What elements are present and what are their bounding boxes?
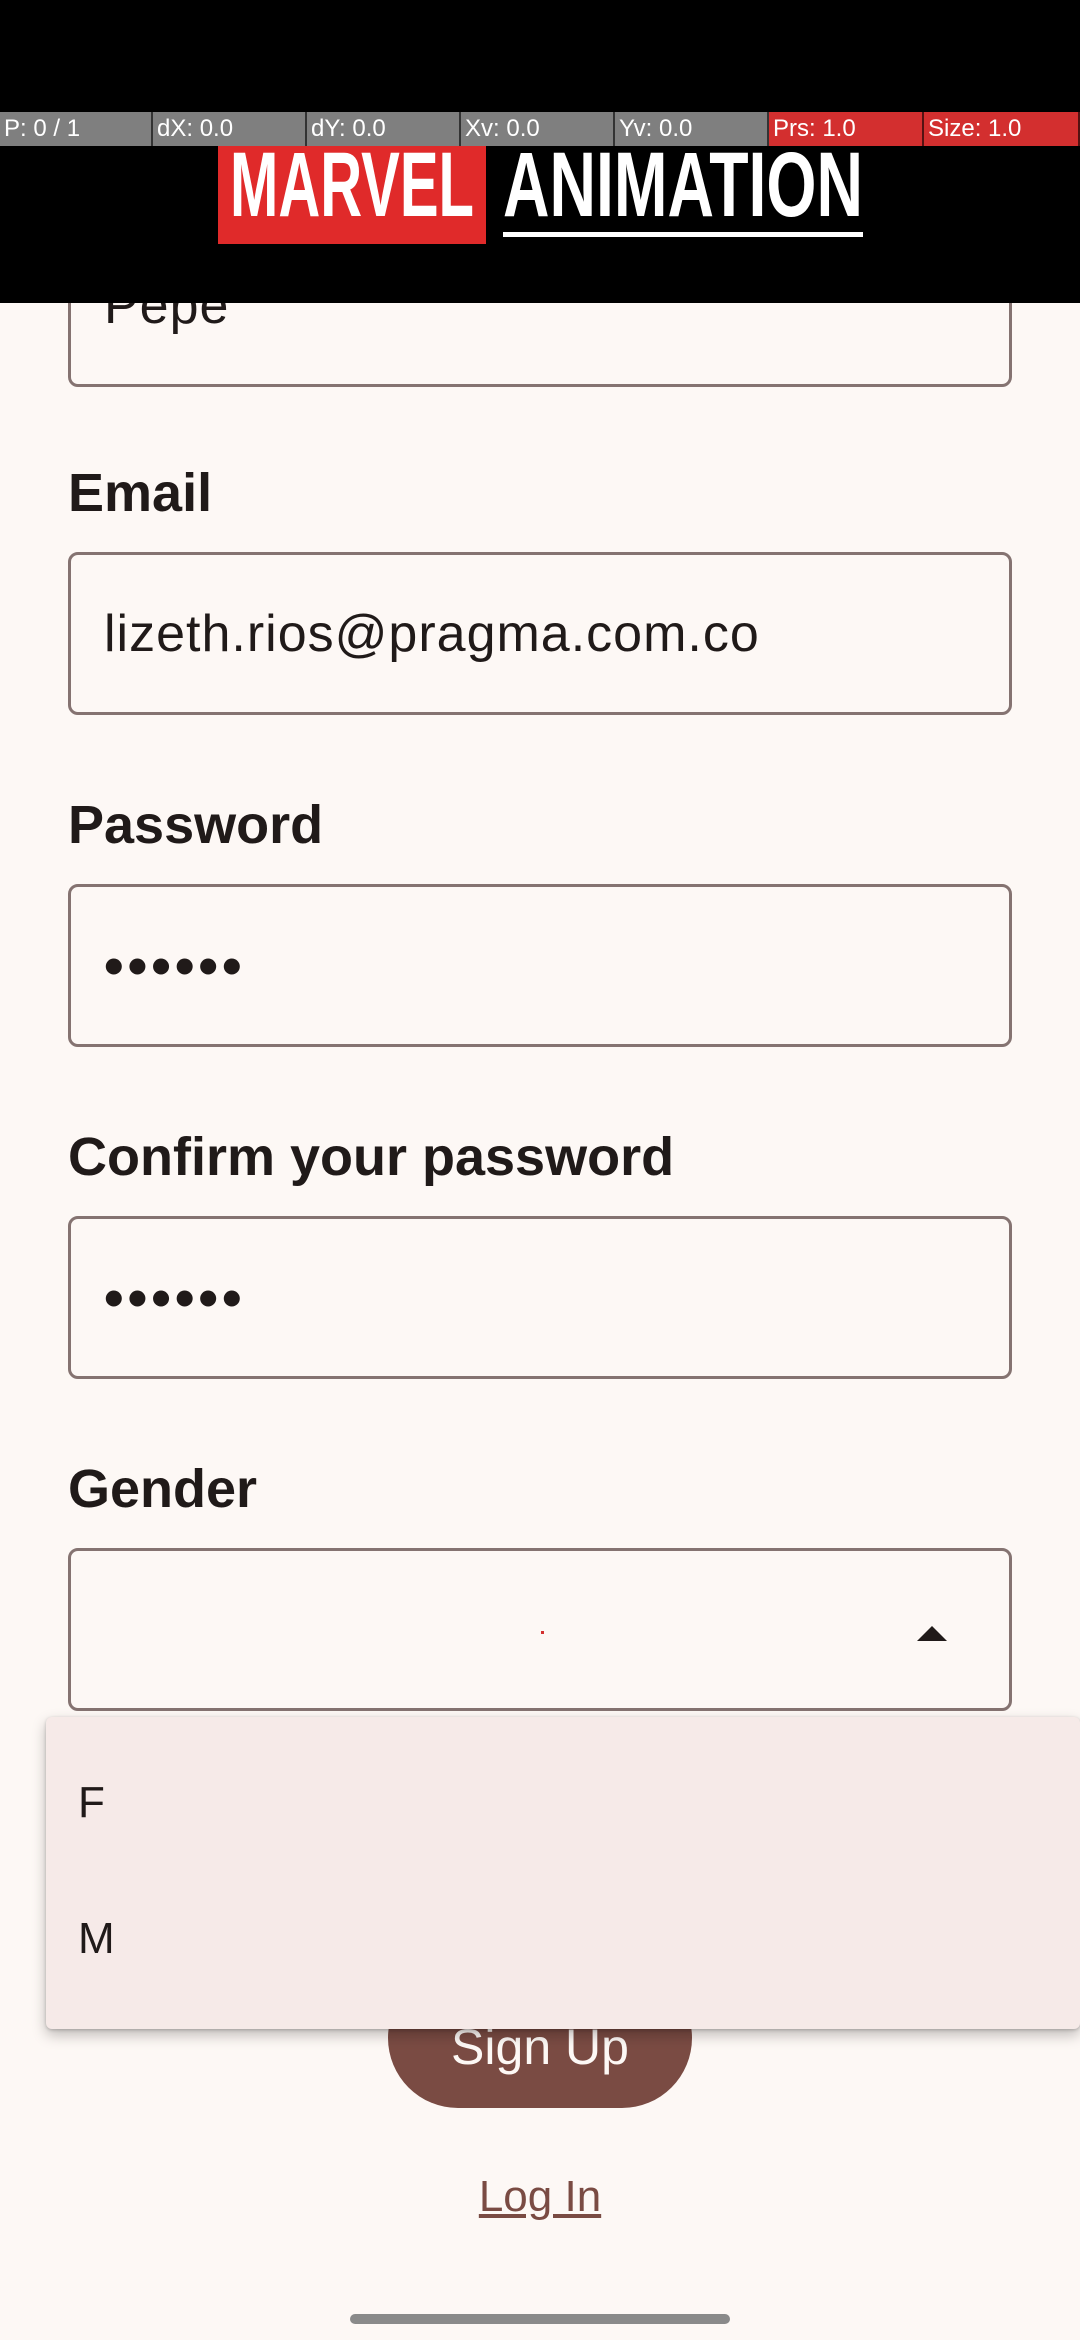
gender-option-m[interactable]: M [46, 1871, 1080, 2007]
logo-underline [503, 232, 863, 237]
debug-xv: Xv: 0.0 [461, 112, 615, 146]
pointer-debug-bar: P: 0 / 1 dX: 0.0 dY: 0.0 Xv: 0.0 Yv: 0.0… [0, 112, 1080, 146]
password-label: Password [68, 795, 324, 855]
debug-size: Size: 1.0 [924, 112, 1080, 146]
confirm-password-field[interactable]: •••••• [68, 1216, 1012, 1379]
chevron-up-icon[interactable] [917, 1626, 947, 1641]
gender-option-f[interactable]: F [46, 1735, 1080, 1871]
debug-yv: Yv: 0.0 [615, 112, 769, 146]
debug-dy: dY: 0.0 [307, 112, 461, 146]
password-field-value: •••••• [104, 934, 246, 997]
confirm-password-field-value: •••••• [104, 1266, 246, 1329]
password-field[interactable]: •••••• [68, 884, 1012, 1047]
email-label: Email [68, 463, 213, 523]
logo-left-text: MARVEL [230, 134, 474, 236]
debug-prs: Prs: 1.0 [769, 112, 924, 146]
log-in-link[interactable]: Log In [0, 2172, 1080, 2222]
email-field[interactable]: lizeth.rios@pragma.com.co [68, 552, 1012, 715]
gender-select[interactable] [68, 1548, 1012, 1711]
home-gesture-bar[interactable] [350, 2314, 730, 2324]
confirm-password-label: Confirm your password [68, 1127, 675, 1187]
debug-pointer: P: 0 / 1 [0, 112, 153, 146]
email-field-value: lizeth.rios@pragma.com.co [104, 604, 760, 663]
touch-indicator-dot [541, 1631, 544, 1634]
logo-right-text: ANIMATION [503, 134, 863, 236]
gender-dropdown-menu: F M [46, 1717, 1080, 2029]
debug-dx: dX: 0.0 [153, 112, 307, 146]
gender-label: Gender [68, 1459, 258, 1519]
